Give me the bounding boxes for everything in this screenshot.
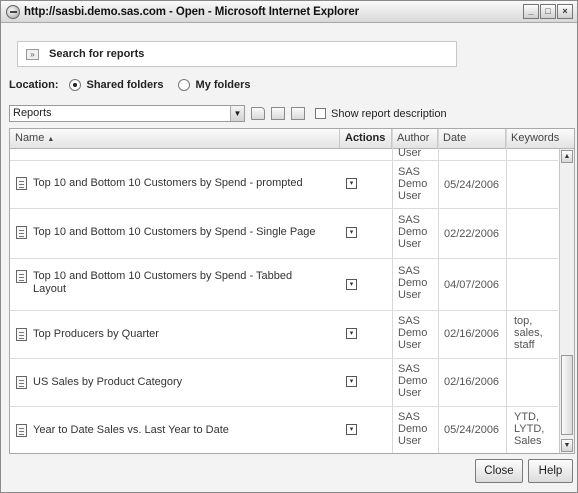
window-title: http://sasbi.demo.sas.com - Open - Micro… [24,5,360,18]
table-row[interactable]: US Sales by Product Category ▾ SAS Demo Us… [10,359,558,407]
date-cell: 02/16/2006 [444,328,500,340]
folder-toolbar: Reports ▼ Show report description [9,105,447,122]
report-name-cell[interactable]: Top Producers by Quarter [16,328,159,341]
actions-menu-icon[interactable]: ▾ [346,227,357,238]
maximize-icon[interactable]: □ [540,4,556,19]
report-icon [16,376,27,389]
title-bar[interactable]: http://sasbi.demo.sas.com - Open - Micro… [1,1,577,23]
list-view-icon[interactable] [271,107,285,120]
column-header-actions[interactable]: Actions [340,129,392,148]
folder-icon[interactable] [251,107,265,120]
scroll-down-icon[interactable]: ▼ [561,439,573,452]
sort-ascending-icon: ▲ [47,136,55,143]
table-header: Name ▲ Actions Author Date Keywords [10,129,574,149]
report-name-cell[interactable]: US Sales by Product Category [16,376,182,389]
vertical-scrollbar[interactable]: ▲ ▼ [559,149,574,453]
window-controls: _ □ × [523,4,573,19]
date-cell: 05/24/2006 [444,179,500,191]
column-header-name[interactable]: Name ▲ [10,129,340,148]
show-description-checkbox[interactable] [315,108,326,119]
scrollbar-thumb[interactable] [561,355,573,435]
date-cell: 05/24/2006 [444,424,500,436]
show-description-label[interactable]: Show report description [331,108,447,120]
table-row[interactable]: Top 10 and Bottom 10 Customers by Spend … [10,161,558,209]
actions-menu-icon[interactable]: ▾ [346,328,357,339]
table-row[interactable]: Top 10 and Bottom 10 Customers by Spend … [10,209,558,259]
report-name-cell[interactable]: Top 10 and Bottom 10 Customers by Spend … [16,226,316,239]
author-cell: SAS Demo User [398,363,428,399]
report-icon [16,177,27,190]
expand-chevron-icon[interactable]: » [26,48,39,60]
my-folders-label[interactable]: My folders [196,79,251,91]
detail-view-icon[interactable] [291,107,305,120]
actions-cell[interactable]: ▾ [346,328,357,339]
dialog-window: http://sasbi.demo.sas.com - Open - Micro… [0,0,578,493]
actions-cell[interactable]: ▾ [346,227,357,238]
author-cell: SAS Demo User [398,166,428,202]
report-icon [16,328,27,341]
date-cell: 02/22/2006 [444,228,500,240]
table-row[interactable]: Top Producers by Quarter ▾ SAS Demo User 0… [10,311,558,359]
close-button[interactable]: Close [475,459,523,483]
actions-cell[interactable]: ▾ [346,178,357,189]
location-label: Location: [9,79,59,91]
author-cell: SAS Demo User [398,315,428,351]
column-header-keywords[interactable]: Keywords [506,129,574,148]
browser-icon [6,4,20,19]
author-cell: SAS Demo User [398,265,428,301]
close-icon[interactable]: × [557,4,573,19]
author-cell: SAS Demo User [398,214,428,250]
actions-cell[interactable]: ▾ [346,424,357,435]
report-name-cell[interactable]: Year to Date Sales vs. Last Year to Date [16,424,229,437]
folder-select[interactable]: Reports ▼ [9,105,245,122]
date-cell: 02/16/2006 [444,376,500,388]
column-header-date[interactable]: Date [438,129,506,148]
column-header-author[interactable]: Author [392,129,438,148]
search-label[interactable]: Search for reports [49,48,144,60]
actions-cell[interactable]: ▾ [346,279,357,290]
scroll-up-icon[interactable]: ▲ [561,150,573,163]
date-cell: 04/07/2006 [444,279,500,291]
actions-menu-icon[interactable]: ▾ [346,178,357,189]
location-row: Location: Shared folders My folders [9,79,265,91]
actions-menu-icon[interactable]: ▾ [346,424,357,435]
search-panel[interactable]: » Search for reports [17,41,457,67]
report-name-cell[interactable]: Top 10 and Bottom 10 Customers by Spend … [16,177,303,190]
minimize-icon[interactable]: _ [523,4,539,19]
actions-menu-icon[interactable]: ▾ [346,279,357,290]
actions-menu-icon[interactable]: ▾ [346,376,357,387]
shared-folders-radio[interactable] [68,79,81,91]
help-button[interactable]: Help [528,459,573,483]
keywords-cell: top, sales, staff [514,315,543,351]
report-name-cell[interactable]: Top 10 and Bottom 10 Customers by Spend … [16,270,336,296]
folder-select-value: Reports [13,107,52,119]
author-cell: SAS Demo User [398,411,428,447]
actions-cell[interactable]: ▾ [346,376,357,387]
table-row-partial: User [10,147,558,161]
report-icon [16,270,27,283]
shared-folders-label[interactable]: Shared folders [87,79,164,91]
report-icon [16,424,27,437]
chevron-down-icon[interactable]: ▼ [230,106,244,121]
table-row[interactable]: Top 10 and Bottom 10 Customers by Spend … [10,259,558,311]
report-icon [16,226,27,239]
my-folders-radio[interactable] [177,79,190,91]
keywords-cell: YTD, LYTD, Sales [514,411,545,447]
table-row[interactable]: Year to Date Sales vs. Last Year to Date… [10,407,558,453]
author-cell: User [398,147,422,159]
reports-table: Name ▲ Actions Author Date Keywords User… [9,128,575,454]
